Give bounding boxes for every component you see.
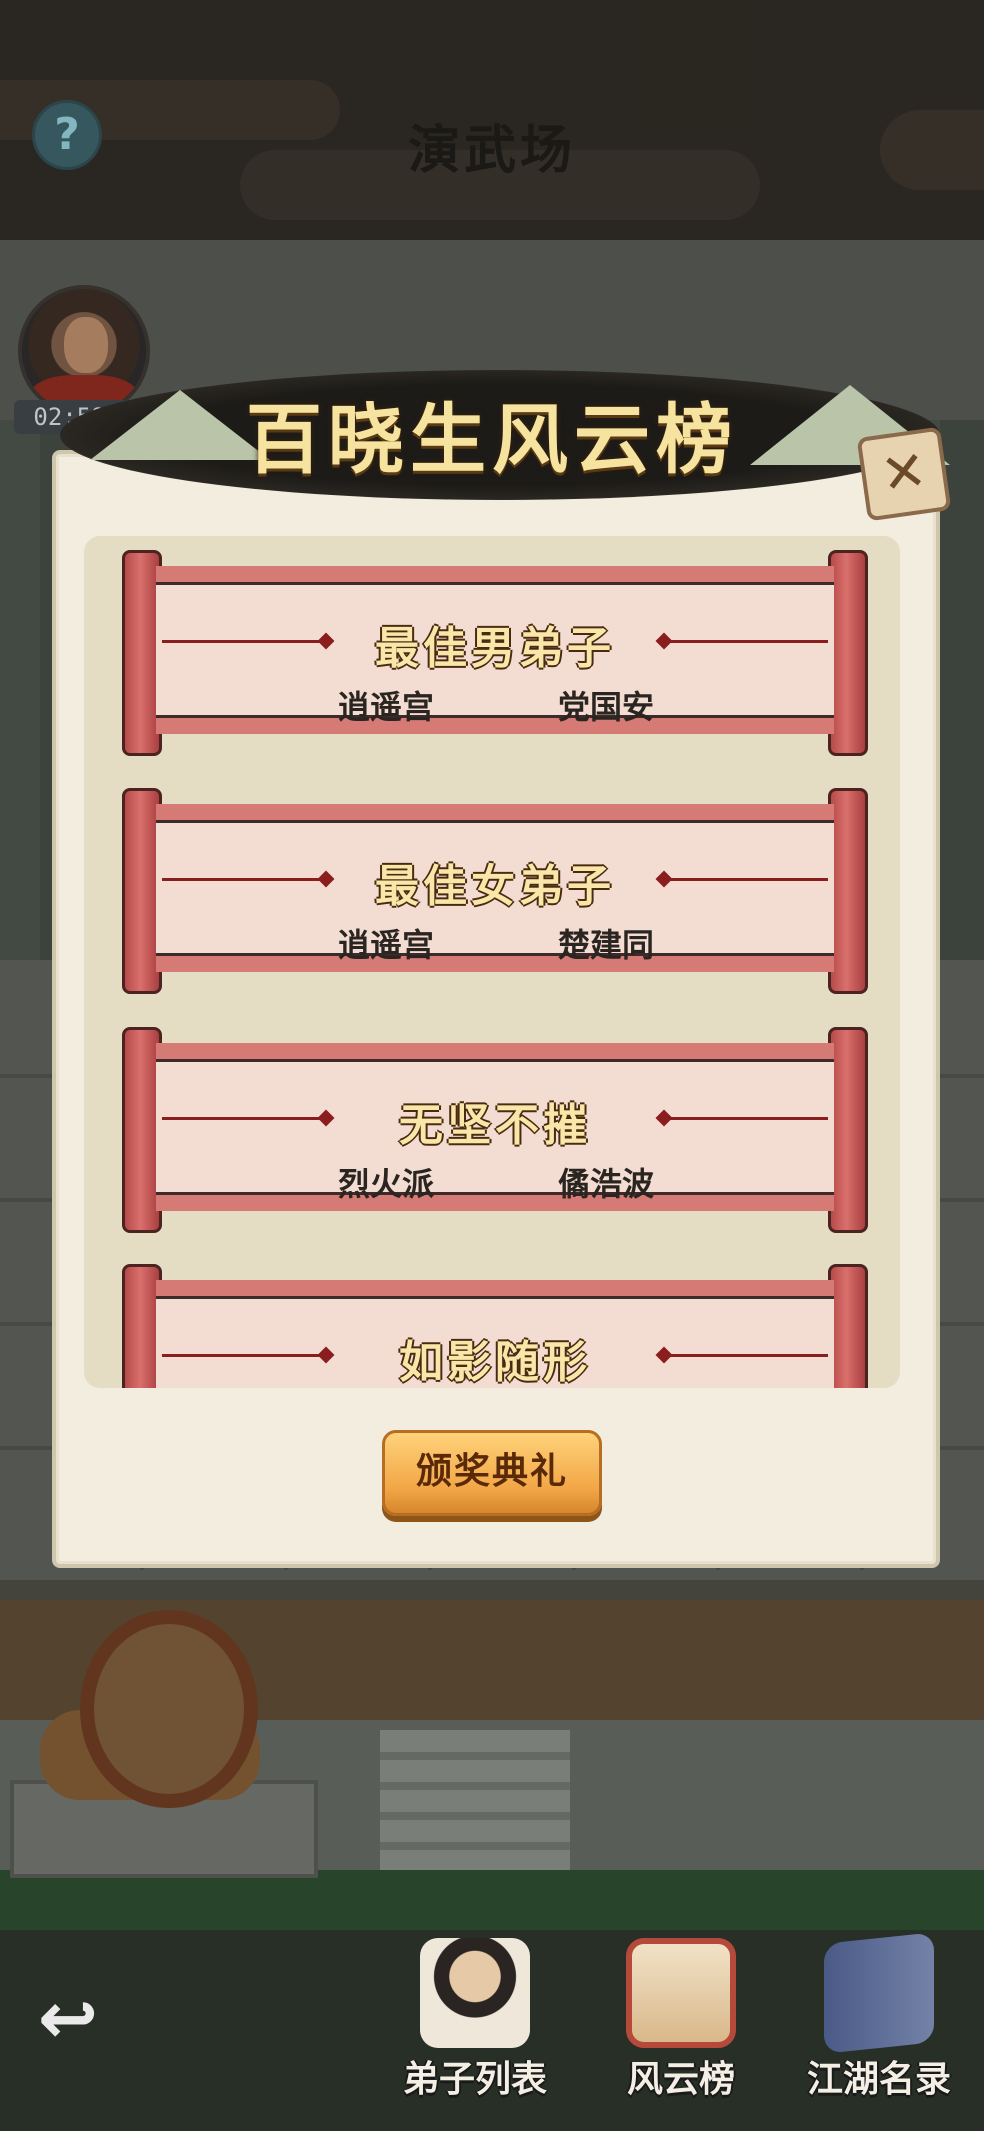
winner-sect: 烈火派 <box>337 1165 434 1203</box>
award-scroll: 最佳男弟子 逍遥宫 党国安 <box>122 550 868 756</box>
scroll-rod <box>828 788 868 994</box>
scroll-paper: 无坚不摧 烈火派 僪浩波 <box>156 1043 834 1211</box>
scroll-paper: 最佳女弟子 逍遥宫 楚建同 <box>156 804 834 972</box>
award-scroll: 最佳女弟子 逍遥宫 楚建同 <box>122 788 868 994</box>
winner-name: 党国安 <box>557 688 654 726</box>
roster-book-icon <box>824 1932 934 2054</box>
award-title: 无坚不摧 <box>399 1100 591 1151</box>
scroll-paper: 最佳男弟子 逍遥宫 党国安 <box>156 566 834 734</box>
winner-name: 楚建同 <box>557 926 654 964</box>
close-icon[interactable]: ✕ <box>856 426 952 522</box>
nav-jianghu-roster[interactable]: 江湖名录 <box>804 1930 954 2120</box>
award-scroll: 无坚不摧 烈火派 僪浩波 <box>122 1027 868 1233</box>
award-list-clip: 如影随形 <box>84 1264 900 1388</box>
award-title: 如影随形 <box>399 1337 591 1388</box>
back-icon[interactable]: ↩ <box>20 1978 116 2058</box>
scroll-paper: 如影随形 <box>156 1280 834 1388</box>
nav-label: 风云榜 <box>626 2059 735 2100</box>
nav-disciple-list[interactable]: 弟子列表 <box>400 1930 550 2120</box>
scroll-rod <box>828 550 868 756</box>
dialog-title-banner: 百晓生风云榜 <box>20 330 964 520</box>
winner-name: 僪浩波 <box>557 1165 654 1203</box>
winner-sect: 逍遥宫 <box>337 926 434 964</box>
dialog-title: 百晓生风云榜 <box>246 395 738 484</box>
nav-label: 弟子列表 <box>402 2059 547 2100</box>
award-ceremony-button[interactable]: 颁奖典礼 <box>382 1430 602 1516</box>
scroll-rod <box>828 1027 868 1233</box>
ranking-scroll-icon <box>626 1938 736 2048</box>
winner-sect: 逍遥宫 <box>337 688 434 726</box>
award-title: 最佳女弟子 <box>375 861 615 912</box>
award-scroll: 如影随形 <box>122 1264 868 1388</box>
award-title: 最佳男弟子 <box>375 623 615 674</box>
nav-ranking[interactable]: 风云榜 <box>606 1930 756 2120</box>
disciple-icon <box>420 1938 530 2048</box>
nav-label: 江湖名录 <box>806 2059 951 2100</box>
scroll-rod <box>828 1264 868 1388</box>
